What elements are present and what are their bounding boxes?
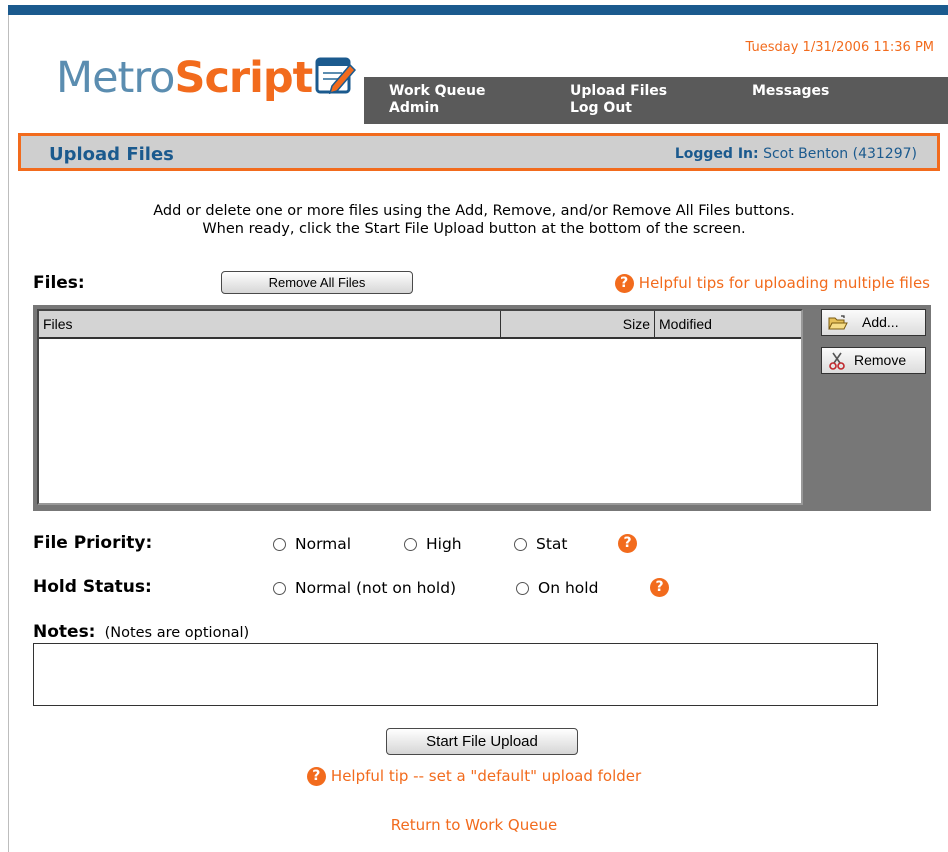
priority-stat-radio[interactable]: Stat (514, 535, 568, 553)
nav-upload-files[interactable]: Upload Files (570, 83, 667, 100)
radio-circle (516, 581, 529, 595)
hold-status-options: Normal (not on hold) On hold ? (0, 577, 948, 601)
notes-label: Notes: (33, 622, 96, 642)
multi-file-tips-link[interactable]: Helpful tips for uploading multiple file… (639, 274, 930, 292)
help-icon[interactable]: ? (618, 534, 637, 553)
column-size[interactable]: Size (501, 311, 655, 337)
radio-circle (404, 537, 417, 551)
scissors-icon (829, 352, 845, 370)
hold-on-hold-label: On hold (538, 579, 599, 597)
start-file-upload-button[interactable]: Start File Upload (386, 728, 578, 755)
logo-text-script: Script (174, 53, 313, 103)
notepad-pencil-icon (315, 57, 357, 95)
file-list[interactable]: Files Size Modified (37, 309, 803, 505)
open-folder-icon (828, 315, 848, 330)
help-icon[interactable]: ? (306, 767, 326, 786)
file-priority-options: Normal High Stat ? (0, 533, 948, 557)
multi-file-tips: ? Helpful tips for uploading multiple fi… (614, 273, 930, 293)
notes-textarea[interactable] (33, 643, 878, 706)
add-file-label: Add... (862, 314, 899, 330)
priority-high-label: High (426, 535, 462, 553)
logged-in-label: Logged In: (674, 146, 759, 162)
return-link-row: Return to Work Queue (0, 815, 948, 834)
column-files[interactable]: Files (39, 311, 501, 337)
nav-log-out[interactable]: Log Out (570, 100, 632, 117)
files-label: Files: (33, 273, 85, 293)
page-header-bar: Upload Files Logged In: Scot Benton (431… (18, 133, 940, 171)
hold-on-hold-radio[interactable]: On hold (516, 579, 598, 597)
logged-in-user: Scot Benton (431297) (763, 146, 917, 162)
hold-normal-label: Normal (not on hold) (295, 579, 457, 597)
nav-messages[interactable]: Messages (752, 83, 829, 100)
files-panel: Files Size Modified Add... Remove (33, 305, 931, 511)
nav-work-queue[interactable]: Work Queue (389, 83, 485, 100)
priority-normal-radio[interactable]: Normal (273, 535, 351, 553)
logo-text-metro: Metro (56, 53, 175, 103)
top-border-bar (8, 5, 948, 15)
radio-circle (273, 581, 286, 595)
help-icon[interactable]: ? (614, 274, 634, 293)
priority-stat-label: Stat (536, 535, 568, 553)
column-modified[interactable]: Modified (655, 311, 801, 337)
current-datetime: Tuesday 1/31/2006 11:36 PM (745, 40, 934, 55)
help-icon[interactable]: ? (650, 578, 669, 597)
radio-circle (273, 537, 286, 551)
add-file-button[interactable]: Add... (821, 309, 926, 336)
remove-file-label: Remove (854, 352, 907, 368)
default-folder-tip-link[interactable]: Helpful tip -- set a "default" upload fo… (331, 767, 641, 785)
priority-high-radio[interactable]: High (404, 535, 462, 553)
file-list-header: Files Size Modified (39, 311, 801, 339)
instructions-line-1: Add or delete one or more files using th… (153, 203, 795, 219)
page-title: Upload Files (49, 144, 174, 165)
hold-normal-radio[interactable]: Normal (not on hold) (273, 579, 456, 597)
remove-file-button[interactable]: Remove (821, 347, 926, 374)
notes-heading: Notes: (Notes are optional) (33, 622, 249, 642)
left-border-line (8, 15, 9, 852)
instructions-line-2: When ready, click the Start File Upload … (202, 221, 746, 237)
remove-all-files-button[interactable]: Remove All Files (221, 271, 413, 294)
main-nav: Work Queue Admin Upload Files Log Out Me… (364, 77, 948, 124)
radio-circle (514, 537, 527, 551)
default-folder-tip: ? Helpful tip -- set a "default" upload … (0, 766, 948, 786)
priority-normal-label: Normal (295, 535, 352, 553)
notes-hint: (Notes are optional) (104, 625, 250, 641)
return-to-work-queue-link[interactable]: Return to Work Queue (391, 816, 557, 834)
metroscript-logo: Metro Script (56, 50, 357, 106)
logged-in-info: Logged In: Scot Benton (431297) (675, 146, 917, 162)
nav-admin[interactable]: Admin (389, 100, 439, 117)
